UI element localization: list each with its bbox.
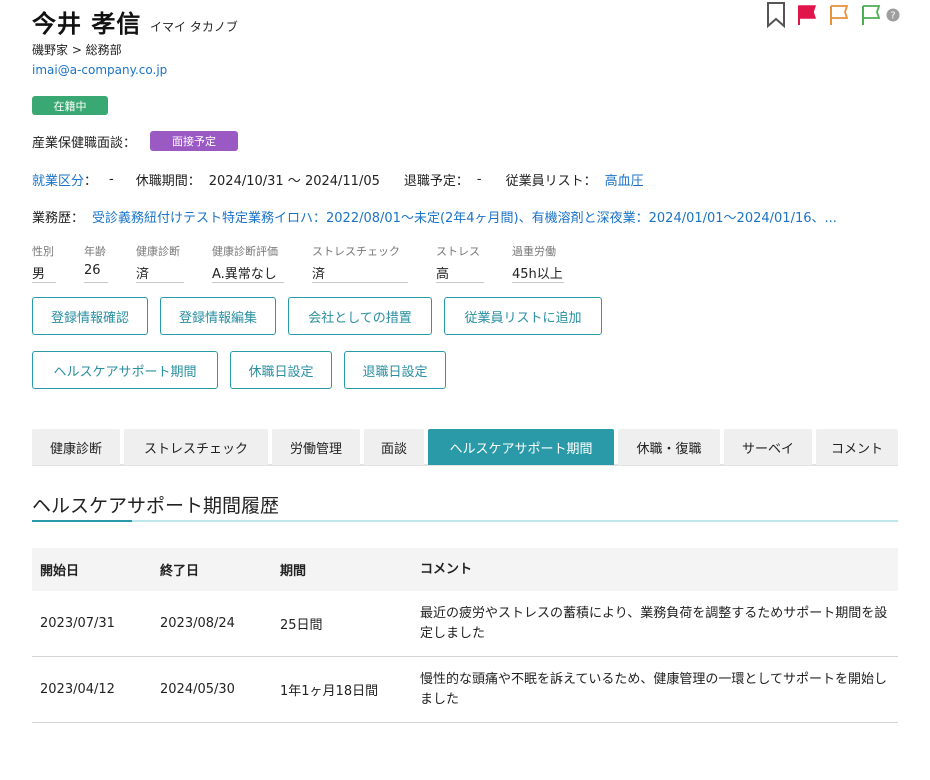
department-breadcrumb: 磯野家 > 総務部 [32, 43, 122, 57]
field-checkup-evaluation: 健康診断評価 A.異常なし [212, 243, 284, 283]
cell-start-date: 2023/04/12 [40, 682, 115, 697]
employee-list-link[interactable]: 高血圧 [605, 170, 644, 189]
leave-date-button[interactable]: 休職日設定 [230, 351, 332, 389]
table-row[interactable]: 2023/04/12 2024/05/30 1年1ヶ月18日間 慢性的な頭痛や不… [32, 657, 898, 723]
employment-type-link[interactable]: 就業区分 [32, 170, 84, 189]
header-comment: コメント [420, 561, 473, 577]
status-badge: 在籍中 [32, 96, 108, 115]
detail-tabs: 健康診断 ストレスチェック 労働管理 面談 ヘルスケアサポート期間 休職・復職 … [32, 429, 898, 466]
employee-email-link[interactable]: imai@a-company.co.jp [32, 63, 167, 77]
table-row[interactable]: 2023/07/31 2023/08/24 25日間 最近の疲労やストレスの蓄積… [32, 591, 898, 657]
cell-period: 1年1ヶ月18日間 [280, 684, 379, 699]
employee-list-label: 従業員リスト： [505, 174, 597, 189]
tab-interview[interactable]: 面談 [364, 429, 424, 465]
header-period: 期間 [280, 564, 307, 579]
interview-label: 産業保健職面談： [32, 135, 137, 151]
info-row: 就業区分 ： - 休職期間： 2024/10/31 〜 2024/11/05 退… [32, 170, 644, 189]
field-label: 健康診断 [136, 245, 180, 258]
field-stress-check: ストレスチェック 済 [312, 243, 408, 283]
section-divider [32, 520, 898, 522]
retire-plan-value: - [476, 172, 482, 187]
tab-labor-management[interactable]: 労働管理 [272, 429, 360, 465]
field-label: 性別 [32, 245, 54, 258]
healthcare-support-table: 開始日 終了日 期間 コメント 2023/07/31 2023/08/24 25… [32, 548, 898, 723]
flag-red-icon[interactable] [796, 4, 818, 26]
work-history-row: 業務歴： 受診義務紐付けテスト特定業務イロハ：2022/08/01〜未定(2年4ヶ… [32, 207, 898, 226]
section-divider-accent [32, 520, 132, 522]
header-end-date: 終了日 [160, 564, 200, 579]
cell-start-date: 2023/07/31 [40, 616, 115, 631]
leave-period-value: 2024/10/31 〜 2024/11/05 [208, 174, 380, 189]
header-start-date: 開始日 [40, 564, 80, 579]
confirm-registration-button[interactable]: 登録情報確認 [32, 297, 148, 335]
cell-end-date: 2024/05/30 [160, 682, 235, 697]
field-value: 26 [84, 263, 108, 283]
field-value: 男 [32, 263, 56, 283]
tab-healthcare-support[interactable]: ヘルスケアサポート期間 [428, 429, 614, 465]
tab-health-checkup[interactable]: 健康診断 [32, 429, 120, 465]
field-health-checkup: 健康診断 済 [136, 243, 184, 283]
field-label: ストレスチェック [312, 245, 400, 258]
tab-survey[interactable]: サーベイ [724, 429, 812, 465]
bookmark-icon[interactable] [766, 2, 786, 28]
work-history-link[interactable]: 受診義務紐付けテスト特定業務イロハ：2022/08/01〜未定(2年4ヶ月間)、… [92, 211, 837, 226]
field-label: 健康診断評価 [212, 245, 278, 258]
field-value: A.異常なし [212, 263, 284, 283]
interview-row: 産業保健職面談： 面接予定 [32, 131, 239, 151]
cell-period: 25日間 [280, 618, 323, 633]
cell-comment: 慢性的な頭痛や不眠を訴えているため、健康管理の一環としてサポートを開始しました [420, 671, 887, 707]
field-label: 年齢 [84, 245, 106, 258]
tab-stress-check[interactable]: ストレスチェック [124, 429, 268, 465]
flag-green-icon[interactable] [860, 4, 882, 26]
svg-text:?: ? [890, 11, 895, 22]
company-measures-button[interactable]: 会社としての措置 [288, 297, 432, 335]
field-label: 過重労働 [512, 245, 556, 258]
field-gender: 性別 男 [32, 243, 56, 283]
cell-end-date: 2023/08/24 [160, 616, 235, 631]
field-value: 済 [136, 263, 184, 283]
field-overwork: 過重労働 45h以上 [512, 243, 564, 283]
field-value: 済 [312, 263, 408, 283]
tab-comment[interactable]: コメント [816, 429, 898, 465]
field-stress: ストレス 高 [436, 243, 484, 283]
employment-value: - [109, 172, 114, 187]
table-header: 開始日 終了日 期間 コメント [32, 548, 898, 591]
healthcare-support-button[interactable]: ヘルスケアサポート期間 [32, 351, 218, 389]
section-title: ヘルスケアサポート期間履歴 [32, 495, 280, 517]
field-value: 45h以上 [512, 263, 564, 283]
field-value: 高 [436, 263, 484, 283]
employee-kana: イマイ タカノブ [150, 20, 238, 34]
flag-orange-icon[interactable] [828, 4, 850, 26]
field-age: 年齢 26 [84, 243, 108, 283]
help-icon[interactable]: ? [886, 8, 900, 22]
leave-period-label: 休職期間： [135, 174, 201, 189]
edit-registration-button[interactable]: 登録情報編集 [160, 297, 276, 335]
interview-badge: 面接予定 [150, 131, 239, 151]
add-to-employee-list-button[interactable]: 従業員リストに追加 [444, 297, 602, 335]
field-label: ストレス [436, 245, 480, 258]
employment-suffix: ： [84, 174, 98, 189]
retire-date-button[interactable]: 退職日設定 [344, 351, 446, 389]
tab-leave-return[interactable]: 休職・復職 [618, 429, 720, 465]
retire-plan-label: 退職予定： [403, 174, 469, 189]
cell-comment: 最近の疲労やストレスの蓄積により、業務負荷を調整するためサポート期間を設定しまし… [420, 605, 888, 641]
employee-name: 今井 孝信 [32, 10, 142, 38]
header-action-icons: ? [766, 2, 900, 28]
work-history-label: 業務歴： [32, 211, 85, 226]
